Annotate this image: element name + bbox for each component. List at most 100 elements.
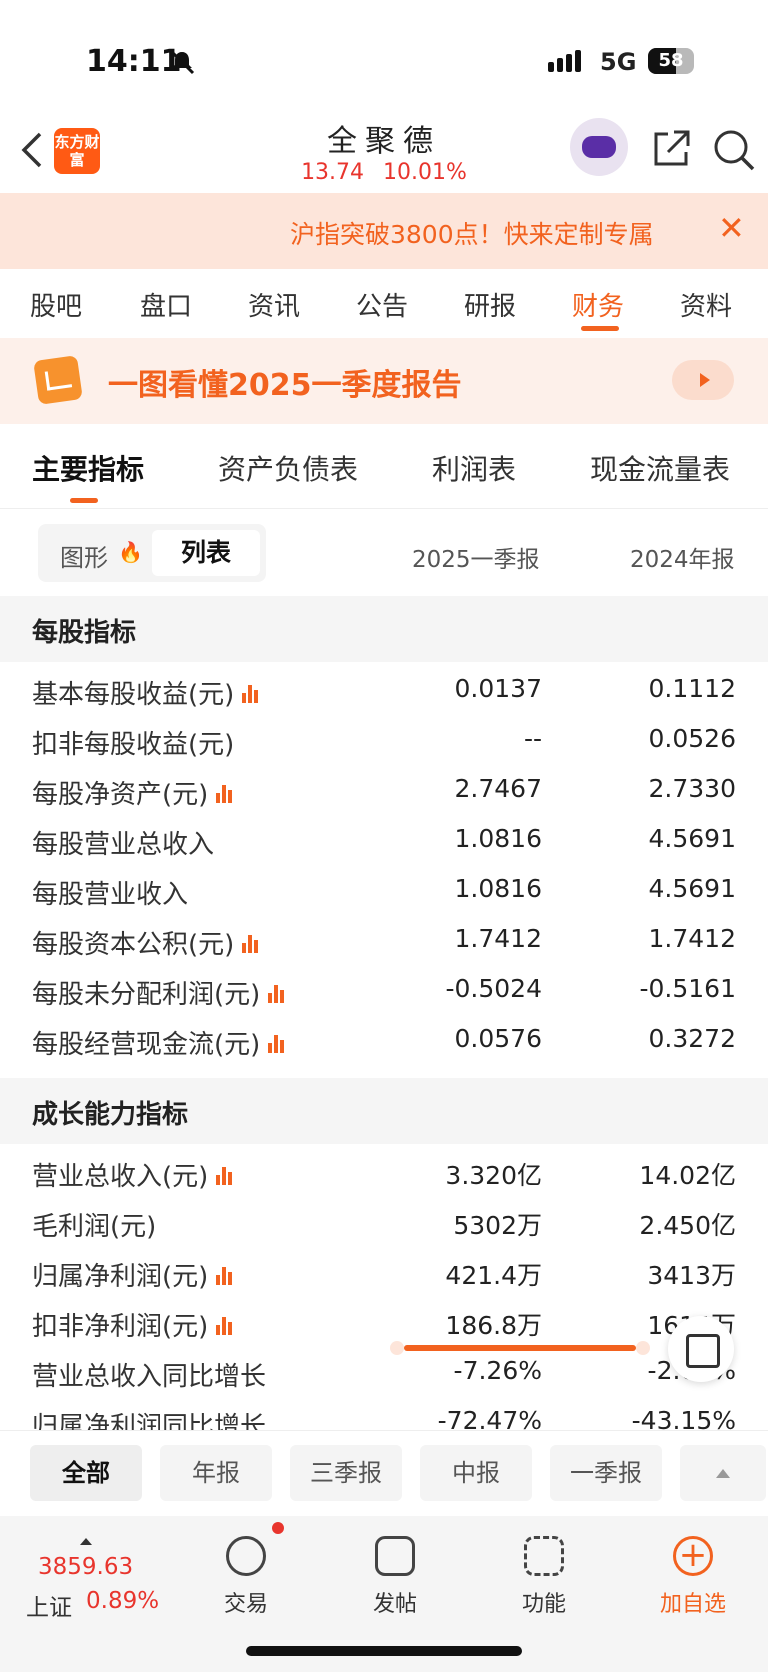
tab-profile[interactable]: 资料 bbox=[680, 286, 732, 323]
bar-chart-icon[interactable] bbox=[216, 1312, 234, 1342]
table-row[interactable]: 营业总收入同比增长-7.26%-2.09% bbox=[0, 1348, 768, 1398]
status-bar: 14:11 5G 58 bbox=[0, 0, 768, 120]
nav-post[interactable]: 发帖 bbox=[345, 1536, 445, 1618]
promo-text[interactable]: 沪指突破3800点！快来定制专属 bbox=[290, 215, 690, 251]
index-change-pct[interactable]: 0.89% bbox=[86, 1588, 159, 1614]
close-icon[interactable]: ✕ bbox=[718, 209, 745, 247]
row-value-q1: 3.320亿 bbox=[445, 1161, 542, 1190]
row-value-q1: 1.7412 bbox=[454, 924, 542, 953]
row-value-annual: 14.02亿 bbox=[639, 1161, 736, 1190]
subtab-balance-sheet[interactable]: 资产负债表 bbox=[218, 448, 358, 488]
active-subtab-indicator bbox=[70, 498, 98, 503]
network-type: 5G bbox=[600, 48, 637, 76]
table-row[interactable]: 扣非每股收益(元) -- 0.0526 bbox=[0, 716, 768, 766]
table-row[interactable]: 营业总收入(元) 3.320亿 14.02亿 bbox=[0, 1148, 768, 1198]
row-label: 基本每股收益(元) bbox=[32, 680, 235, 710]
table-row[interactable]: 扣非净利润(元)186.8万1614万 bbox=[0, 1298, 768, 1348]
table-row[interactable]: 每股未分配利润(元) -0.5024 -0.5161 bbox=[0, 966, 768, 1016]
column-header-annual: 2024年报 bbox=[630, 547, 735, 573]
row-label: 扣非每股收益(元) bbox=[32, 730, 235, 760]
table-row[interactable]: 基本每股收益(元) 0.0137 0.1112 bbox=[0, 666, 768, 716]
row-value-annual: 1.7412 bbox=[648, 924, 736, 953]
nav-add-watchlist[interactable]: 加自选 bbox=[643, 1535, 743, 1618]
row-label: 营业总收入同比增长 bbox=[32, 1362, 267, 1392]
caret-up-icon[interactable] bbox=[80, 1538, 92, 1545]
bar-chart-icon[interactable] bbox=[242, 680, 260, 710]
tab-announcements[interactable]: 公告 bbox=[356, 286, 408, 323]
row-label: 归属净利润(元) bbox=[32, 1262, 209, 1292]
table-row[interactable]: 每股资本公积(元) 1.7412 1.7412 bbox=[0, 916, 768, 966]
play-icon[interactable] bbox=[672, 360, 734, 400]
table-row[interactable]: 毛利润(元) 5302万 2.450亿 bbox=[0, 1198, 768, 1248]
row-value-q1: 5302万 bbox=[453, 1211, 542, 1240]
row-label: 每股净资产(元) bbox=[32, 780, 209, 810]
tab-research[interactable]: 研报 bbox=[464, 286, 516, 323]
row-value-q1: 2.7467 bbox=[454, 774, 542, 803]
index-value[interactable]: 3859.63 bbox=[38, 1554, 133, 1580]
row-value-q1: 0.0137 bbox=[454, 674, 542, 703]
section-title: 成长能力指标 bbox=[32, 1100, 189, 1130]
horizontal-scrollbar[interactable] bbox=[390, 1341, 650, 1355]
search-icon[interactable] bbox=[712, 128, 756, 172]
fire-icon: 🔥 bbox=[118, 540, 143, 564]
bar-chart-icon[interactable] bbox=[268, 980, 286, 1010]
row-label: 每股营业收入 bbox=[32, 880, 189, 910]
bar-chart-icon[interactable] bbox=[216, 1162, 234, 1192]
row-value-annual: 3413万 bbox=[647, 1261, 736, 1290]
table-row[interactable]: 每股营业总收入 1.0816 4.5691 bbox=[0, 816, 768, 866]
filter-q1[interactable]: 一季报 bbox=[550, 1445, 662, 1501]
filter-q3[interactable]: 三季报 bbox=[290, 1445, 402, 1501]
row-label: 每股未分配利润(元) bbox=[32, 980, 261, 1010]
tab-guba[interactable]: 股吧 bbox=[30, 286, 82, 323]
table-row[interactable]: 归属净利润同比增长 -72.47% -43.15% bbox=[0, 1398, 768, 1430]
row-value-annual: 0.3272 bbox=[648, 1024, 736, 1053]
row-value-annual: 2.450亿 bbox=[639, 1211, 736, 1240]
collapse-up-button[interactable] bbox=[680, 1445, 766, 1501]
main-tabs: 股吧 盘口 资讯 公告 研报 财务 资料 bbox=[0, 276, 768, 336]
row-value-q1: -- bbox=[523, 724, 542, 753]
chart-report-icon bbox=[33, 355, 83, 405]
view-toggle: 图形 🔥 列表 bbox=[38, 524, 266, 582]
bar-chart-icon[interactable] bbox=[216, 1262, 234, 1292]
active-tab-indicator bbox=[581, 326, 619, 331]
subtab-main-indicators[interactable]: 主要指标 bbox=[32, 448, 144, 488]
section-header: 每股指标 bbox=[0, 596, 768, 662]
tab-pankou[interactable]: 盘口 bbox=[140, 286, 192, 323]
row-value-q1: -72.47% bbox=[437, 1406, 542, 1430]
filter-interim[interactable]: 中报 bbox=[420, 1445, 532, 1501]
table-row[interactable]: 归属净利润(元) 421.4万 3413万 bbox=[0, 1248, 768, 1298]
table-row[interactable]: 每股经营现金流(元) 0.0576 0.3272 bbox=[0, 1016, 768, 1066]
row-label: 毛利润(元) bbox=[32, 1212, 157, 1242]
bar-chart-icon[interactable] bbox=[268, 1030, 286, 1060]
filter-all[interactable]: 全部 bbox=[30, 1445, 142, 1501]
list-view-button[interactable]: 列表 bbox=[152, 530, 260, 576]
nav-add-watchlist-label: 加自选 bbox=[659, 1592, 726, 1617]
subtab-income-statement[interactable]: 利润表 bbox=[432, 448, 516, 488]
graph-view-button[interactable]: 图形 bbox=[60, 538, 108, 573]
index-name[interactable]: 上证 bbox=[26, 1588, 72, 1622]
report-banner-text[interactable]: 一图看懂2025一季度报告 bbox=[108, 360, 462, 404]
share-icon[interactable] bbox=[650, 128, 692, 170]
subtab-cash-flow[interactable]: 现金流量表 bbox=[590, 448, 730, 488]
nav-functions[interactable]: 功能 bbox=[494, 1536, 594, 1618]
nav-trade-label: 交易 bbox=[223, 1592, 268, 1617]
stock-change-pct: 10.01% bbox=[383, 160, 467, 185]
filter-annual[interactable]: 年报 bbox=[160, 1445, 272, 1501]
yen-exchange-icon bbox=[226, 1536, 266, 1576]
bar-chart-icon[interactable] bbox=[242, 930, 260, 960]
bell-muted-icon bbox=[169, 49, 195, 75]
report-banner[interactable]: 一图看懂2025一季度报告 bbox=[0, 338, 768, 424]
promo-banner[interactable]: 沪指突破3800点！快来定制专属 ✕ bbox=[0, 193, 768, 269]
bar-chart-icon[interactable] bbox=[216, 780, 234, 810]
table-row[interactable]: 每股净资产(元) 2.7467 2.7330 bbox=[0, 766, 768, 816]
tab-finance[interactable]: 财务 bbox=[572, 286, 624, 323]
tab-news[interactable]: 资讯 bbox=[248, 286, 300, 323]
row-value-q1: 1.0816 bbox=[454, 824, 542, 853]
row-value-annual: 4.5691 bbox=[648, 874, 736, 903]
ai-assistant-icon[interactable] bbox=[570, 118, 628, 176]
floating-copy-button[interactable] bbox=[668, 1316, 734, 1382]
table-row[interactable]: 每股营业收入 1.0816 4.5691 bbox=[0, 866, 768, 916]
nav-trade[interactable]: 交易 bbox=[196, 1536, 296, 1618]
row-value-q1: -7.26% bbox=[453, 1356, 542, 1385]
row-value-annual: 0.1112 bbox=[648, 674, 736, 703]
